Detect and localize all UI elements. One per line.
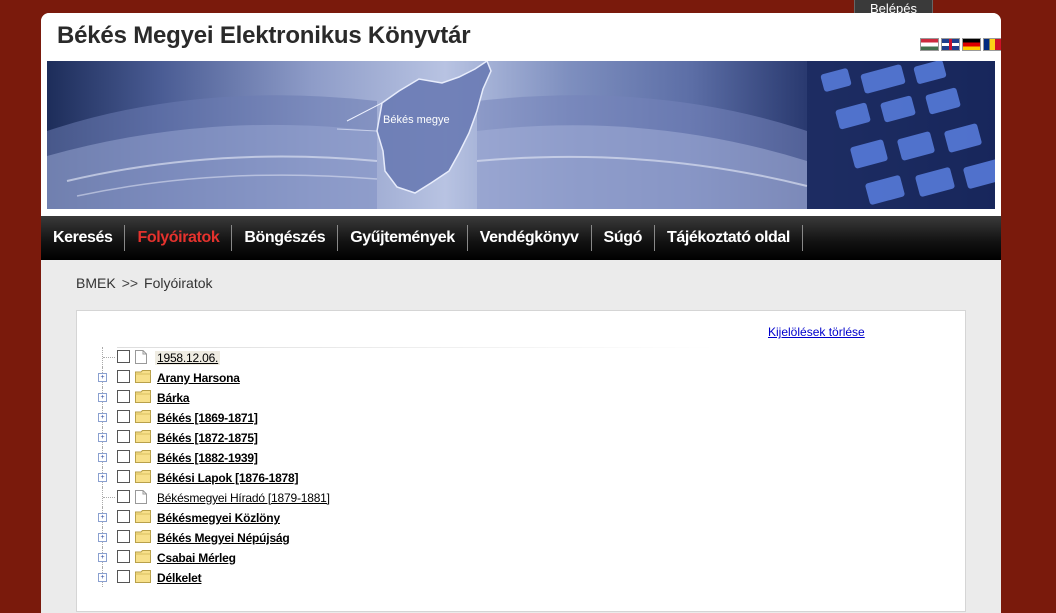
tree-item-label[interactable]: Békés [1869-1871] — [157, 411, 258, 425]
tree-row: + Arany Harsona — [77, 367, 697, 387]
tree-row: + Békési Lapok [1876-1878] — [77, 467, 697, 487]
expand-icon[interactable]: + — [98, 453, 107, 462]
tree-row: + Békés [1872-1875] — [77, 427, 697, 447]
tree-item-label[interactable]: Arany Harsona — [157, 371, 240, 385]
expand-icon[interactable]: + — [98, 373, 107, 382]
banner-illustration — [47, 61, 995, 209]
tree-item-label[interactable]: Bárka — [157, 391, 190, 405]
nav-item-4[interactable]: Vendégkönyv — [468, 225, 592, 251]
folder-icon — [135, 550, 151, 568]
tree-row: + Békés Megyei Népújság — [77, 527, 697, 547]
tree-item-label[interactable]: Békés [1872-1875] — [157, 431, 258, 445]
tree-connector — [103, 497, 115, 498]
folder-icon — [135, 370, 151, 388]
content-panel: Kijelölések törlése 1958.12.06. + Arany Ha… — [76, 310, 966, 612]
periodicals-tree: 1958.12.06. + Arany Harsona + Bárka + Békés [1… — [77, 347, 697, 587]
folder-icon — [135, 470, 151, 488]
tree-item-label[interactable]: Csabai Mérleg — [157, 551, 236, 565]
banner-map-label: Békés megye — [383, 114, 450, 126]
folder-icon — [135, 510, 151, 528]
tree-checkbox[interactable] — [117, 530, 130, 543]
folder-icon — [135, 390, 151, 408]
expand-icon[interactable]: + — [98, 553, 107, 562]
nav-item-5[interactable]: Súgó — [592, 225, 655, 251]
breadcrumb: BMEK >> Folyóiratok — [76, 275, 213, 291]
folder-icon — [135, 450, 151, 468]
tree-item-label[interactable]: Békésmegyei Közlöny — [157, 511, 280, 525]
expand-icon[interactable]: + — [98, 513, 107, 522]
tree-row: + Csabai Mérleg — [77, 547, 697, 567]
tree-item-label[interactable]: Békési Lapok [1876-1878] — [157, 471, 298, 485]
tree-item-label[interactable]: Békésmegyei Híradó [1879-1881] — [157, 491, 330, 505]
language-flags — [920, 38, 1001, 51]
site-title[interactable]: Békés Megyei Elektronikus Könyvtár — [57, 22, 471, 50]
page-container: Békés Megyei Elektronikus Könyvtár Békés… — [41, 13, 1001, 613]
tree-checkbox[interactable] — [117, 410, 130, 423]
hu-flag-icon[interactable] — [920, 38, 939, 51]
expand-icon[interactable]: + — [98, 413, 107, 422]
header-banner: Békés megye — [47, 61, 995, 209]
expand-icon[interactable]: + — [98, 473, 107, 482]
tree-checkbox[interactable] — [117, 570, 130, 583]
tree-row: + Békés [1882-1939] — [77, 447, 697, 467]
tree-checkbox[interactable] — [117, 370, 130, 383]
tree-item-label[interactable]: Békés Megyei Népújság — [157, 531, 290, 545]
nav-item-0[interactable]: Keresés — [41, 225, 126, 251]
expand-icon[interactable]: + — [98, 533, 107, 542]
tree-row: + Bárka — [77, 387, 697, 407]
tree-checkbox[interactable] — [117, 510, 130, 523]
de-flag-icon[interactable] — [962, 38, 981, 51]
tree-checkbox[interactable] — [117, 450, 130, 463]
nav-item-2[interactable]: Böngészés — [232, 225, 339, 251]
tree-row: + Délkelet — [77, 567, 697, 587]
tree-row: 1958.12.06. — [77, 347, 697, 367]
main-navigation: Keresés Folyóiratok Böngészés Gyűjtemények V… — [41, 213, 1001, 260]
tree-row: + Békésmegyei Közlöny — [77, 507, 697, 527]
ro-flag-icon[interactable] — [983, 38, 1001, 51]
breadcrumb-current: Folyóiratok — [144, 275, 213, 291]
breadcrumb-root[interactable]: BMEK — [76, 275, 116, 291]
site-header: Békés Megyei Elektronikus Könyvtár Békés… — [41, 13, 1001, 213]
tree-item-label[interactable]: 1958.12.06. — [155, 351, 221, 365]
tree-checkbox[interactable] — [117, 470, 130, 483]
tree-checkbox[interactable] — [117, 390, 130, 403]
tree-item-label[interactable]: Délkelet — [157, 571, 202, 585]
folder-icon — [135, 570, 151, 588]
nav-item-1[interactable]: Folyóiratok — [125, 225, 233, 251]
tree-connector — [103, 357, 115, 358]
tree-checkbox[interactable] — [117, 490, 130, 503]
expand-icon[interactable]: + — [98, 433, 107, 442]
breadcrumb-separator: >> — [121, 275, 139, 291]
tree-checkbox[interactable] — [117, 350, 130, 363]
tree-checkbox[interactable] — [117, 430, 130, 443]
nav-item-6[interactable]: Tájékoztató oldal — [655, 225, 803, 251]
tree-checkbox[interactable] — [117, 550, 130, 563]
folder-icon — [135, 530, 151, 548]
tree-row: Békésmegyei Híradó [1879-1881] — [77, 487, 697, 507]
folder-icon — [135, 410, 151, 428]
nav-item-3[interactable]: Gyűjtemények — [338, 225, 468, 251]
en-flag-icon[interactable] — [941, 38, 960, 51]
folder-icon — [135, 430, 151, 448]
expand-icon[interactable]: + — [98, 393, 107, 402]
tree-item-label[interactable]: Békés [1882-1939] — [157, 451, 258, 465]
clear-selection-link[interactable]: Kijelölések törlése — [768, 325, 865, 339]
tree-row: + Békés [1869-1871] — [77, 407, 697, 427]
